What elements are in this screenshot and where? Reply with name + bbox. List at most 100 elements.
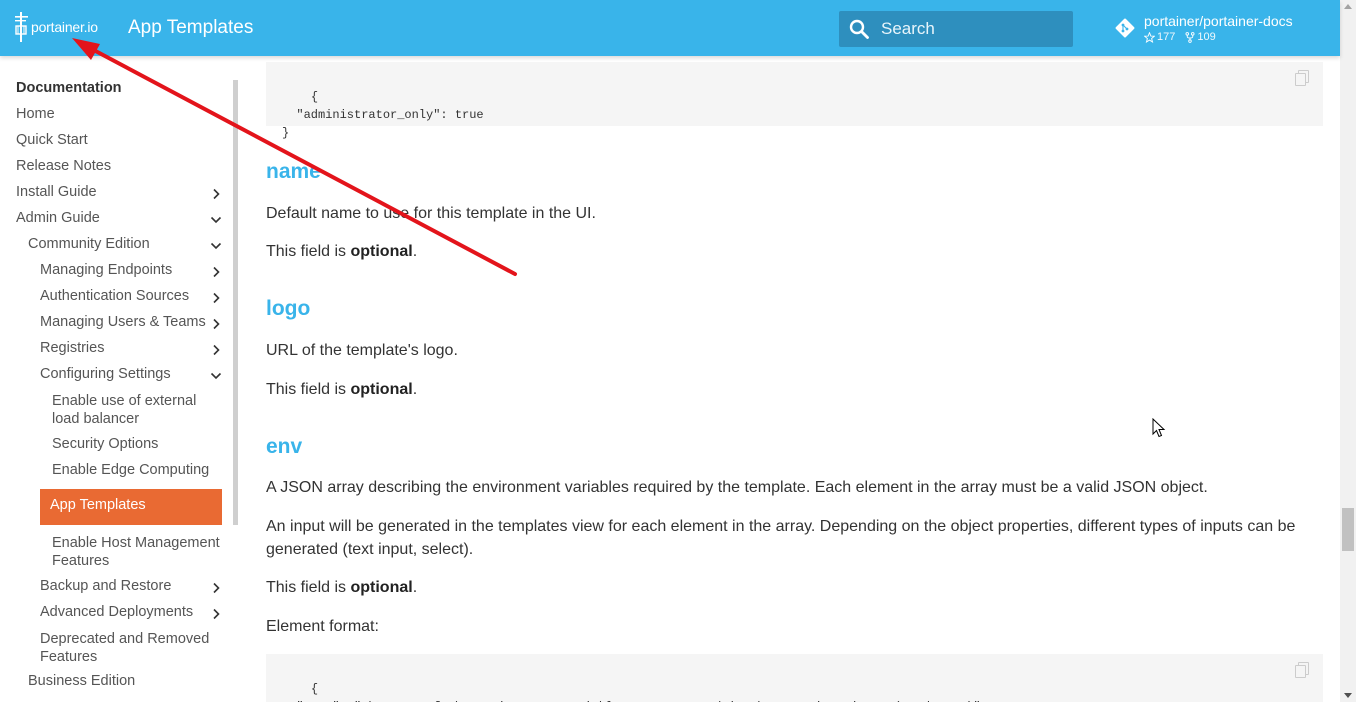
top-header: portainer.io App Templates portainer/por… (0, 0, 1340, 56)
main-content: { "administrator_only": true } name Defa… (242, 56, 1340, 702)
star-icon (1144, 31, 1155, 43)
sidebar-item-deprecated-features[interactable]: Deprecated and Removed Features (40, 630, 222, 666)
forks-value: 109 (1197, 31, 1216, 43)
stars-value: 177 (1157, 31, 1176, 43)
sidebar-item-label: Managing Endpoints (40, 262, 173, 278)
sidebar-scrollbar[interactable] (233, 80, 238, 525)
sidebar-item-label: Advanced Deployments (40, 604, 194, 620)
sidebar-item-advanced-deployments[interactable]: Advanced Deployments (40, 604, 222, 620)
portainer-logo[interactable]: portainer.io (14, 10, 98, 44)
chevron-right-icon[interactable] (212, 318, 220, 330)
chevron-right-icon[interactable] (212, 344, 220, 356)
forks-count: 109 (1185, 31, 1216, 43)
sidebar-item-label: Registries (40, 340, 105, 356)
sidebar-item-label: Community Edition (28, 236, 150, 252)
sidebar-item-business-edition[interactable]: Business Edition (28, 673, 135, 689)
chevron-right-icon[interactable] (212, 608, 220, 620)
env-description: A JSON array describing the environment … (266, 479, 1208, 496)
optional-word: optional (350, 243, 413, 260)
sidebar-item-label: Admin Guide (16, 210, 100, 226)
code-block-admin-only: { "administrator_only": true } (266, 62, 1323, 140)
optional-suffix: . (412, 243, 418, 260)
sidebar-item-label: Managing Users & Teams (40, 314, 206, 330)
env-optional-note: This field is optional. (266, 576, 1326, 599)
optional-prefix: This field is (266, 381, 351, 398)
sidebar-item-label: Security Options (52, 436, 159, 452)
sidebar-item-release-notes[interactable]: Release Notes (16, 158, 111, 174)
heading-logo: logo (266, 297, 311, 320)
sidebar-item-security-options[interactable]: Security Options (52, 436, 158, 452)
scrollbar-thumb[interactable] (1342, 508, 1354, 551)
sidebar-item-label: Enable Host Management Features (52, 535, 220, 569)
chevron-down-icon[interactable] (210, 216, 222, 224)
sidebar-item-managing-users-teams[interactable]: Managing Users & Teams (40, 314, 222, 330)
sidebar-nav: Documentation Home Quick Start Release N… (0, 56, 242, 702)
sidebar-item-label: Business Edition (28, 673, 136, 689)
sidebar-item-backup-restore[interactable]: Backup and Restore (40, 578, 222, 594)
crane-logo-icon (15, 12, 28, 42)
optional-suffix: . (412, 579, 418, 596)
git-icon (1115, 18, 1135, 38)
scroll-up-arrow-icon[interactable] (1344, 4, 1352, 9)
sidebar-item-app-templates[interactable]: App Templates (40, 489, 222, 525)
optional-prefix: This field is (266, 579, 351, 596)
sidebar-item-host-management[interactable]: Enable Host Management Features (52, 534, 224, 570)
repo-link[interactable]: portainer/portainer-docs 177 109 (1114, 13, 1293, 43)
optional-word: optional (350, 381, 413, 398)
sidebar-item-authentication-sources[interactable]: Authentication Sources (40, 288, 222, 304)
nav-title: Documentation (16, 80, 122, 96)
optional-prefix: This field is (266, 243, 351, 260)
optional-word: optional (350, 579, 413, 596)
page-scrollbar[interactable] (1340, 0, 1356, 702)
sidebar-item-label: Configuring Settings (40, 366, 171, 382)
sidebar-item-label: App Templates (50, 497, 146, 513)
sidebar-item-registries[interactable]: Registries (40, 340, 222, 356)
repo-name: portainer/portainer-docs (1144, 13, 1293, 29)
sidebar-item-quick-start[interactable]: Quick Start (16, 132, 88, 148)
chevron-right-icon[interactable] (212, 188, 220, 200)
sidebar-item-enable-edge-computing[interactable]: Enable Edge Computing (52, 462, 209, 478)
search-box[interactable] (839, 11, 1073, 47)
sidebar-item-label: Install Guide (16, 184, 97, 200)
search-input[interactable] (881, 19, 1061, 39)
heading-env: env (266, 435, 303, 458)
sidebar-item-community-edition[interactable]: Community Edition (28, 236, 222, 252)
sidebar-item-configuring-settings[interactable]: Configuring Settings (40, 366, 222, 382)
chevron-down-icon[interactable] (210, 242, 222, 250)
fork-icon (1185, 31, 1195, 43)
sidebar-item-install-guide[interactable]: Install Guide (16, 184, 222, 200)
sidebar-item-home[interactable]: Home (16, 106, 55, 122)
sidebar-item-label: Authentication Sources (40, 288, 190, 304)
chevron-down-icon[interactable] (210, 372, 222, 380)
element-format-label: Element format: (266, 618, 379, 635)
chevron-right-icon[interactable] (212, 292, 220, 304)
page-title: App Templates (128, 17, 254, 38)
logo-description: URL of the template's logo. (266, 342, 458, 359)
sidebar-item-admin-guide[interactable]: Admin Guide (16, 210, 222, 226)
logo-optional-note: This field is optional. (266, 378, 1326, 401)
code-block-env-format: { "name": "the name of the environment v… (266, 654, 1323, 702)
copy-icon[interactable] (1295, 662, 1309, 678)
chevron-right-icon[interactable] (212, 582, 220, 594)
sidebar-item-label: Release Notes (16, 158, 112, 174)
sidebar-item-label: Backup and Restore (40, 578, 172, 594)
mouse-cursor-icon (1152, 418, 1166, 438)
sidebar-item-label: Enable Edge Computing (52, 462, 210, 478)
sidebar-item-label: Deprecated and Removed Features (40, 631, 210, 665)
logo-text: portainer.io (31, 19, 98, 35)
name-description: Default name to use for this template in… (266, 205, 596, 222)
code-text: { "administrator_only": true } (282, 90, 484, 140)
search-icon (849, 19, 869, 39)
chevron-right-icon[interactable] (212, 266, 220, 278)
code-text: { "name": "the name of the environment v… (296, 682, 987, 702)
sidebar-item-label: Home (16, 106, 55, 122)
sidebar-item-external-load-balancer[interactable]: Enable use of external load balancer (52, 392, 222, 428)
scroll-down-arrow-icon[interactable] (1344, 693, 1352, 698)
copy-icon[interactable] (1295, 70, 1309, 86)
stars-count: 177 (1144, 31, 1175, 43)
sidebar-item-label: Enable use of external load balancer (52, 393, 197, 427)
sidebar-item-managing-endpoints[interactable]: Managing Endpoints (40, 262, 222, 278)
name-optional-note: This field is optional. (266, 240, 1326, 263)
heading-name: name (266, 160, 321, 183)
env-description-2: An input will be generated in the templa… (266, 518, 1296, 558)
